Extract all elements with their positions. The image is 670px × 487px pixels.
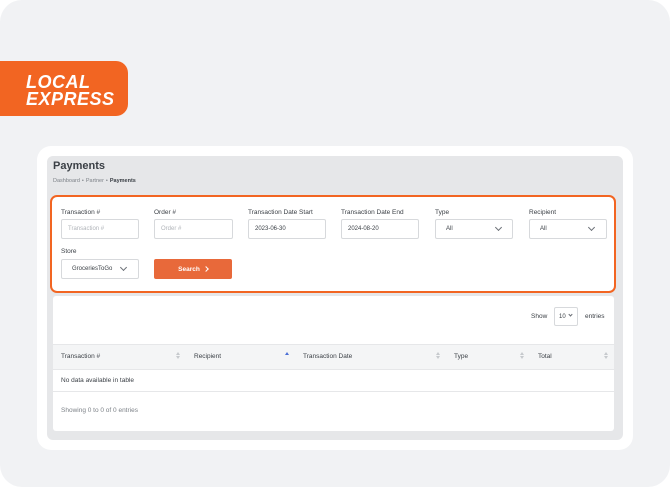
search-button[interactable]: Search xyxy=(154,259,232,279)
store-select-value: GroceriesToGo xyxy=(72,266,113,272)
sort-icon[interactable] xyxy=(604,352,608,360)
transaction-label: Transaction # xyxy=(61,209,101,216)
breadcrumb-separator: • xyxy=(105,178,108,184)
column-transaction[interactable]: Transaction # xyxy=(61,353,100,360)
sort-icon[interactable] xyxy=(520,352,524,360)
date-end-label: Transaction Date End xyxy=(341,209,404,216)
table-info: Showing 0 to 0 of 0 entries xyxy=(61,407,138,414)
show-label: Show xyxy=(531,313,548,320)
entries-label: entries xyxy=(585,313,605,320)
divider xyxy=(53,391,614,392)
breadcrumb-payments: Payments xyxy=(109,178,136,184)
sort-asc-icon[interactable] xyxy=(285,352,289,360)
type-label: Type xyxy=(435,209,450,216)
column-transaction-date[interactable]: Transaction Date xyxy=(303,353,352,360)
column-total[interactable]: Total xyxy=(538,353,552,360)
date-start-label: Transaction Date Start xyxy=(248,209,313,216)
breadcrumb-dashboard[interactable]: Dashboard xyxy=(53,178,80,184)
store-select[interactable]: GroceriesToGo xyxy=(61,259,139,279)
order-label: Order # xyxy=(154,209,177,216)
brand-logo: LOCAL EXPRESS xyxy=(0,61,128,116)
page-size-select[interactable]: 10 xyxy=(554,307,578,326)
type-select[interactable]: All xyxy=(435,219,513,239)
chevron-right-icon xyxy=(203,266,209,272)
date-end-input[interactable]: 2024-08-20 xyxy=(341,219,419,239)
breadcrumb: Dashboard • Partner • Payments xyxy=(53,178,136,184)
breadcrumb-separator: • xyxy=(81,178,84,184)
recipient-select-value: All xyxy=(540,226,547,232)
page-title: Payments xyxy=(53,160,105,172)
column-recipient[interactable]: Recipient xyxy=(194,353,221,360)
store-label: Store xyxy=(61,248,77,255)
sort-icon[interactable] xyxy=(436,352,440,360)
search-button-label: Search xyxy=(178,265,200,273)
recipient-select[interactable]: All xyxy=(529,219,607,239)
breadcrumb-partner[interactable]: Partner xyxy=(86,178,104,184)
logo-line-2: EXPRESS xyxy=(26,89,115,109)
type-select-value: All xyxy=(446,226,453,232)
empty-table-message: No data available in table xyxy=(61,377,134,384)
transaction-input[interactable]: Transaction # xyxy=(61,219,139,239)
sort-icon[interactable] xyxy=(176,352,180,360)
date-start-input[interactable]: 2023-06-30 xyxy=(248,219,326,239)
recipient-label: Recipient xyxy=(529,209,557,216)
column-type[interactable]: Type xyxy=(454,353,468,360)
order-input[interactable]: Order # xyxy=(154,219,233,239)
page-size-value: 10 xyxy=(559,313,566,320)
